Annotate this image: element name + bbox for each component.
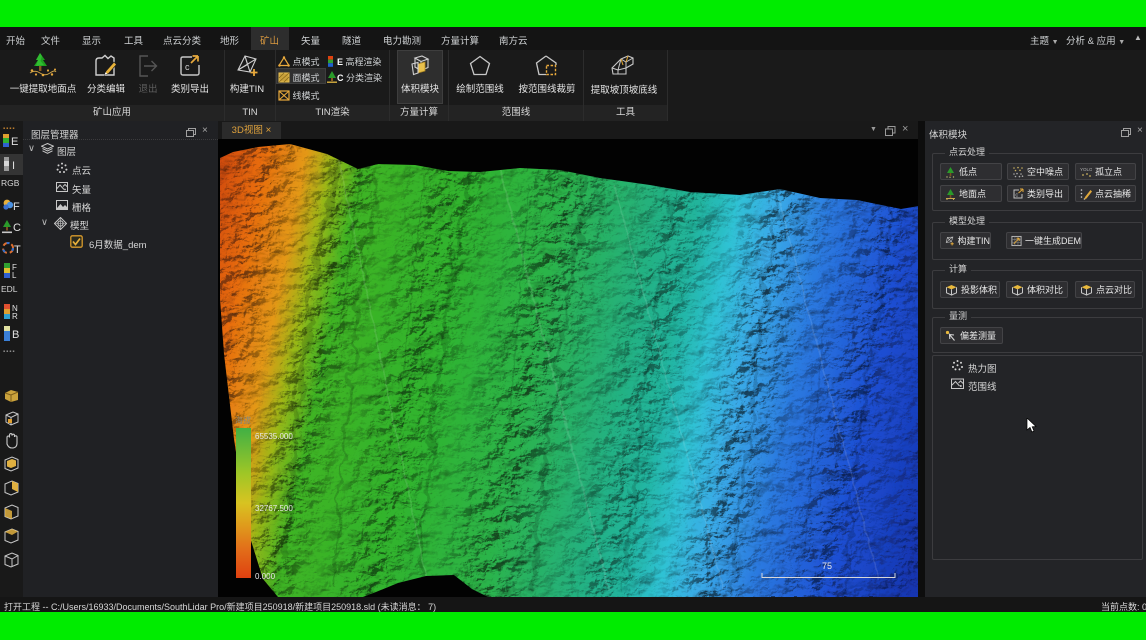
- svg-text:F: F: [13, 201, 20, 213]
- svg-text:C: C: [13, 222, 21, 234]
- svg-text:32767.500: 32767.500: [255, 504, 293, 513]
- svg-text:0.000: 0.000: [255, 572, 276, 581]
- svg-text:75: 75: [822, 561, 832, 571]
- svg-text:65535.000: 65535.000: [255, 432, 293, 441]
- svg-text:R: R: [12, 312, 18, 320]
- svg-text:B: B: [12, 329, 19, 341]
- svg-text:海拔: 海拔: [235, 415, 251, 425]
- svg-text:L: L: [12, 271, 17, 279]
- svg-text:YOLO: YOLO: [1080, 167, 1092, 172]
- svg-text:c: c: [1015, 192, 1018, 198]
- svg-text:T: T: [14, 244, 21, 256]
- svg-text:E: E: [11, 136, 18, 148]
- svg-text:I: I: [12, 160, 15, 172]
- svg-text:c: c: [185, 62, 190, 72]
